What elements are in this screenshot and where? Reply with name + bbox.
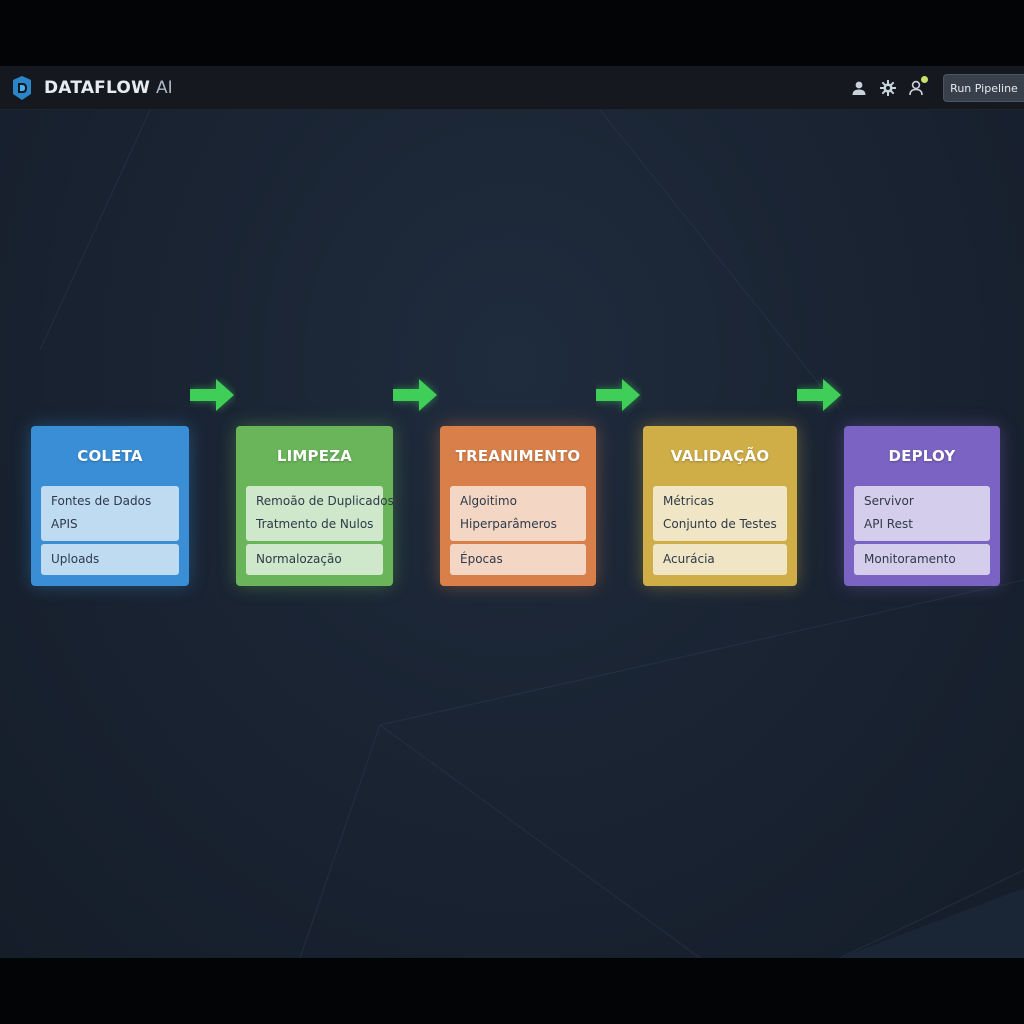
stage-extra-item: Épocas: [460, 552, 503, 566]
stage-item: Remoão de Duplicados: [256, 494, 394, 508]
stage-extra-box[interactable]: Normalozaçāo: [246, 544, 383, 575]
stage-config-box[interactable]: Fontes de Dados APIS: [41, 486, 179, 541]
stage-config-box[interactable]: Remoão de Duplicados Tratmento de Nulos: [246, 486, 394, 541]
stage-title: VALIDAÇÃO: [670, 447, 770, 465]
stage-item: Tratmento de Nulos: [256, 517, 374, 531]
stage-extra-item: Uploads: [51, 552, 100, 566]
stage-item: API Rest: [864, 517, 913, 531]
stage-treinamento[interactable]: TREANIMENTO Algoitimo Hiperparâmeros Épocas: [440, 426, 596, 586]
stage-title: LIMPEZA: [276, 447, 353, 465]
stage-validacao[interactable]: VALIDAÇÃO Métricas Conjunto de Testes Acurá…: [643, 426, 797, 586]
letterbox-bottom: [0, 958, 1024, 1024]
stage-item: Métricas: [663, 494, 714, 508]
settings-gear-icon[interactable]: [876, 76, 900, 100]
stage-title: DEPLOY: [888, 447, 956, 465]
stage-item: Fontes de Dados: [51, 494, 152, 508]
status-dot: [921, 76, 928, 83]
stage-deploy[interactable]: DEPLOY Servivor API Rest Monitoramento: [844, 426, 1000, 586]
app-name: DATAFLOW: [44, 78, 151, 98]
user-status-icon[interactable]: [905, 76, 929, 100]
user-icon[interactable]: [847, 76, 871, 100]
stage-extra-item: Monitoramento: [864, 552, 956, 566]
letterbox-top: [0, 0, 1024, 66]
stage-extra-box[interactable]: Uploads: [41, 544, 179, 575]
stage-item: Hiperparâmeros: [460, 517, 557, 531]
pipeline-canvas: COLETA Fontes de Dados APIS Uploads LIMPEZA R…: [0, 110, 1024, 958]
top-bar: DATAFLOW AI: [0, 66, 1024, 110]
stage-config-box[interactable]: Algoitimo Hiperparâmeros: [450, 486, 586, 541]
run-pipeline-button[interactable]: Run Pipeline: [943, 74, 1024, 102]
flow-arrow-icon: [797, 377, 843, 413]
stage-config-box[interactable]: Servivor API Rest: [854, 486, 990, 541]
stage-coleta[interactable]: COLETA Fontes de Dados APIS Uploads: [31, 426, 189, 586]
stage-item: APIS: [51, 517, 78, 531]
stage-extra-item: Normalozaçāo: [256, 552, 342, 566]
flow-arrow-icon: [190, 377, 236, 413]
stage-title: TREANIMENTO: [455, 447, 581, 465]
brand[interactable]: DATAFLOW AI: [10, 75, 173, 101]
stage-extra-box[interactable]: Épocas: [450, 544, 586, 575]
stage-item: Conjunto de Testes: [663, 517, 777, 531]
stage-item: Algoitimo: [460, 494, 517, 508]
flow-arrow-icon: [596, 377, 642, 413]
flow-arrow-icon: [393, 377, 439, 413]
stage-config-box[interactable]: Métricas Conjunto de Testes: [653, 486, 787, 541]
stage-limpeza[interactable]: LIMPEZA Remoão de Duplicados Tratmento de …: [236, 426, 394, 586]
stage-extra-box[interactable]: Monitoramento: [854, 544, 990, 575]
stage-extra-box[interactable]: Acurácia: [653, 544, 787, 575]
stage-title: COLETA: [77, 447, 143, 465]
pipeline: COLETA Fontes de Dados APIS Uploads LIMPEZA R…: [0, 110, 1024, 958]
stage-item: Servivor: [864, 494, 914, 508]
dataflow-logo-icon: [10, 75, 34, 101]
stage-extra-item: Acurácia: [663, 552, 715, 566]
app-name-suffix: AI: [156, 78, 173, 98]
